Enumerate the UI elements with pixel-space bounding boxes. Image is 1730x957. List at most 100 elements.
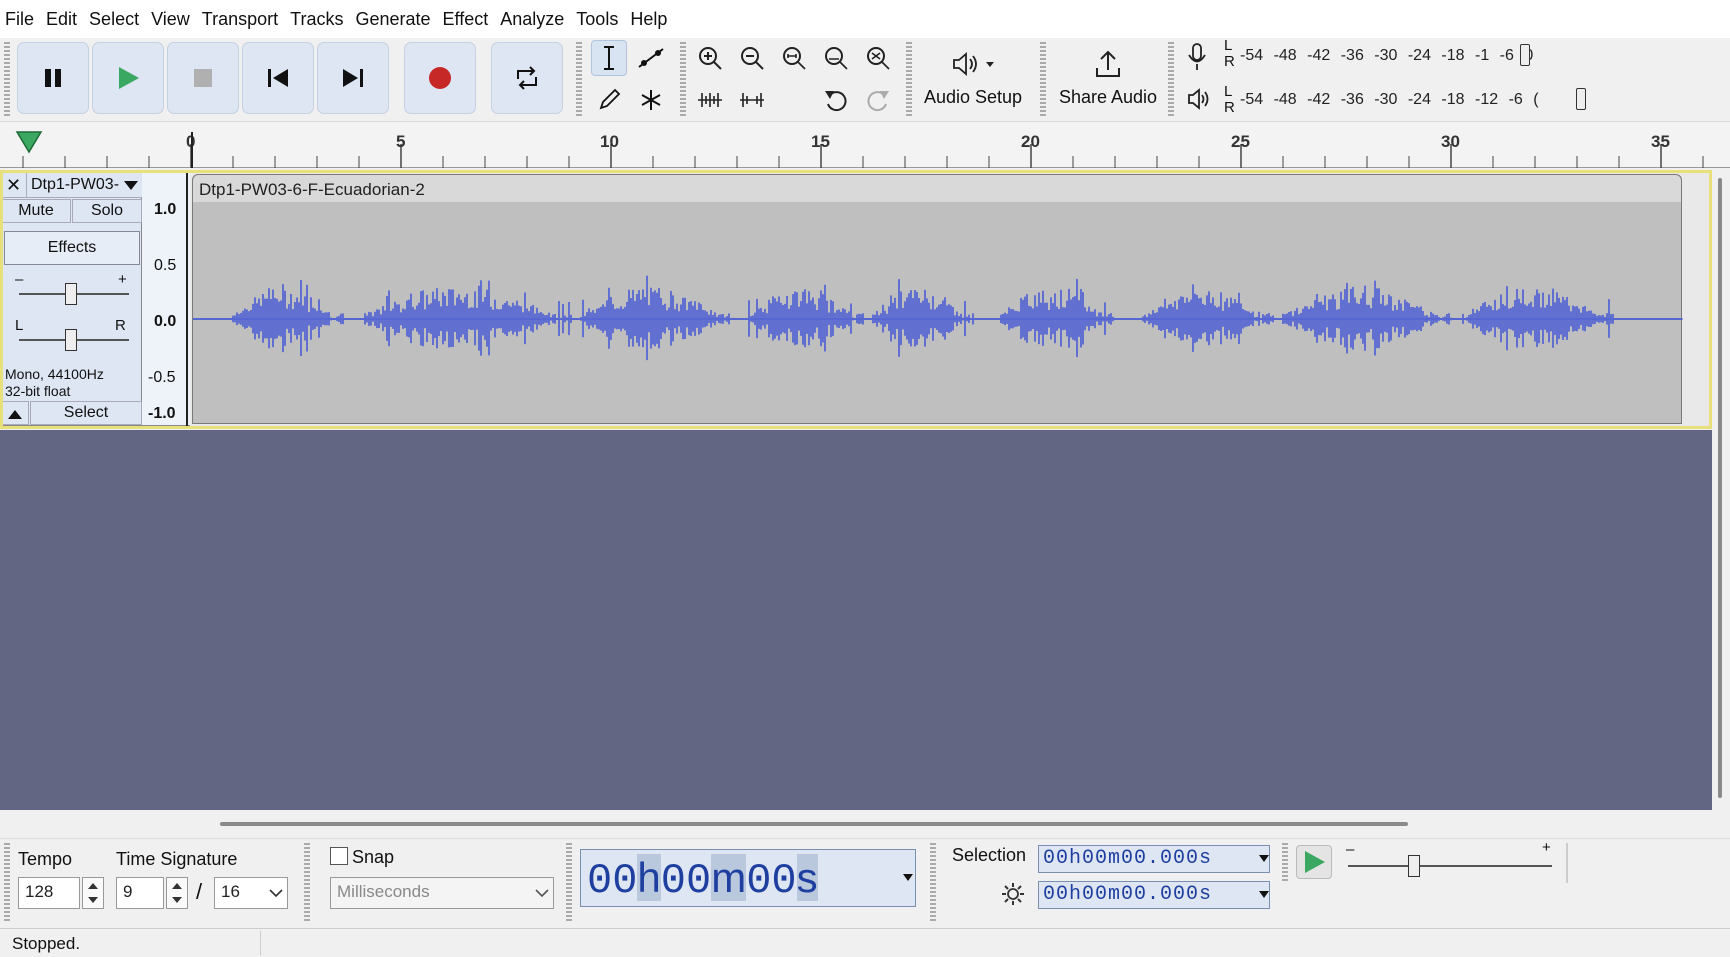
- skip-to-start-button[interactable]: [242, 42, 314, 114]
- menu-edit[interactable]: Edit: [44, 9, 87, 30]
- ts-denominator-select[interactable]: 16: [214, 877, 288, 909]
- horizontal-scrollbar[interactable]: [0, 810, 1730, 838]
- record-meter-slider[interactable]: [1520, 44, 1530, 66]
- playback-meter[interactable]: -54 -48 -42 -36 -30 -24 -18 -12 -6 (: [1240, 86, 1590, 114]
- menu-analyze[interactable]: Analyze: [498, 9, 574, 30]
- tools-toolbar-grip[interactable]: [576, 42, 582, 118]
- tempo-input[interactable]: 128: [18, 877, 80, 909]
- multi-tool[interactable]: [633, 82, 669, 118]
- vertical-scrollbar[interactable]: [1712, 168, 1730, 810]
- play-button[interactable]: [92, 42, 164, 114]
- menu-transport[interactable]: Transport: [200, 9, 288, 30]
- ts-numerator-spinner[interactable]: [166, 877, 188, 909]
- record-button[interactable]: [404, 42, 476, 114]
- fit-selection-button[interactable]: [776, 40, 812, 76]
- speed-slider-thumb[interactable]: [1408, 855, 1420, 877]
- chevron-down-icon: [1259, 891, 1269, 898]
- record-meter-button[interactable]: [1186, 42, 1216, 76]
- gain-slider-thumb[interactable]: [65, 283, 77, 305]
- loop-button[interactable]: [491, 42, 563, 114]
- track-format-bits: 32-bit float: [5, 383, 71, 399]
- menu-generate[interactable]: Generate: [353, 9, 440, 30]
- time-toolbar-grip[interactable]: [566, 843, 572, 921]
- collapse-up-icon: [8, 410, 22, 419]
- track-control-panel[interactable]: ✕ Dtp1-PW03- Mute Solo Effects – + L R M…: [0, 172, 142, 426]
- mute-button[interactable]: Mute: [1, 199, 71, 223]
- playback-meter-button[interactable]: [1186, 86, 1216, 120]
- zoom-out-button[interactable]: [734, 40, 770, 76]
- play-at-speed-button[interactable]: [1296, 845, 1332, 879]
- track-waveform-area[interactable]: Dtp1-PW03-6-F-Ecuadorian-2: [190, 172, 1710, 426]
- time-format-dropdown-icon[interactable]: [903, 874, 913, 882]
- fit-project-button[interactable]: [818, 40, 854, 76]
- collapse-track-button[interactable]: [1, 401, 29, 425]
- timeline-ruler[interactable]: 0 5 10 15 20 25 30 35: [0, 122, 1730, 168]
- zoom-fit-icon: [825, 47, 848, 70]
- tempo-spinner[interactable]: [82, 877, 104, 909]
- solo-button[interactable]: Solo: [72, 199, 142, 223]
- menu-tools[interactable]: Tools: [574, 9, 628, 30]
- menu-tracks[interactable]: Tracks: [288, 9, 353, 30]
- audio-setup-grip[interactable]: [906, 42, 912, 118]
- menu-file[interactable]: File: [3, 9, 44, 30]
- share-audio-grip[interactable]: [1040, 42, 1046, 118]
- selection-end-time[interactable]: 00h00m00.000s: [1038, 881, 1270, 909]
- envelope-tool[interactable]: [633, 40, 669, 76]
- snap-unit-select[interactable]: Milliseconds: [330, 877, 554, 909]
- status-divider: [260, 931, 261, 955]
- selection-tool[interactable]: [591, 40, 627, 76]
- selection-toolbar-grip[interactable]: [930, 843, 936, 921]
- audio-clip[interactable]: Dtp1-PW03-6-F-Ecuadorian-2: [192, 174, 1683, 424]
- speed-slider-track[interactable]: [1348, 865, 1552, 867]
- redo-button[interactable]: [860, 82, 896, 118]
- edit-toolbar-grip[interactable]: [680, 42, 686, 118]
- ts-numerator-input[interactable]: 9: [116, 877, 164, 909]
- draw-tool[interactable]: [591, 82, 627, 118]
- menu-view[interactable]: View: [149, 9, 200, 30]
- zoom-in-button[interactable]: [692, 40, 728, 76]
- menu-effect[interactable]: Effect: [441, 9, 499, 30]
- share-audio-button[interactable]: Share Audio: [1052, 42, 1164, 114]
- pan-slider-thumb[interactable]: [65, 329, 77, 351]
- silence-audio-button[interactable]: [734, 82, 770, 118]
- snap-checkbox[interactable]: [330, 847, 348, 865]
- menu-bar: File Edit Select View Transport Tracks G…: [0, 0, 1730, 38]
- playhead-marker[interactable]: [191, 132, 193, 168]
- empty-track-area[interactable]: [0, 430, 1712, 810]
- audio-setup-label: Audio Setup: [923, 87, 1023, 107]
- vertical-amplitude-scale[interactable]: 1.0 0.5 0.0 -0.5 -1.0: [142, 172, 190, 427]
- playback-meter-slider[interactable]: [1576, 88, 1586, 110]
- pause-button[interactable]: [17, 42, 89, 114]
- time-signature-grip[interactable]: [4, 843, 10, 921]
- selection-start-time[interactable]: 00h00m00.000s: [1038, 845, 1270, 873]
- time-display[interactable]: 00h00m00s: [580, 849, 916, 907]
- record-meter[interactable]: -54 -48 -42 -36 -30 -24 -18 -1 -6 0: [1240, 42, 1590, 70]
- clip-title-bar[interactable]: Dtp1-PW03-6-F-Ecuadorian-2: [193, 175, 1681, 202]
- menu-help[interactable]: Help: [628, 9, 677, 30]
- meter-toolbar-grip[interactable]: [1168, 42, 1174, 118]
- audio-setup-button[interactable]: Audio Setup: [918, 42, 1028, 114]
- track-name[interactable]: Dtp1-PW03-: [31, 176, 119, 194]
- gear-icon[interactable]: [1000, 881, 1026, 907]
- waveform-path: [193, 275, 1682, 361]
- spinner-arrows-icon: [88, 883, 98, 903]
- menu-select[interactable]: Select: [87, 9, 149, 30]
- transport-toolbar-grip[interactable]: [4, 42, 10, 118]
- waveform[interactable]: [193, 202, 1683, 424]
- record-r-label: R: [1224, 53, 1235, 70]
- stop-button[interactable]: [167, 42, 239, 114]
- select-track-button[interactable]: Select: [30, 401, 142, 425]
- play-at-speed-grip[interactable]: [1282, 843, 1288, 883]
- vertical-scrollbar-thumb[interactable]: [1718, 178, 1722, 798]
- snap-grip[interactable]: [304, 843, 310, 921]
- skip-to-start-icon: [268, 69, 288, 87]
- pan-right-label: R: [115, 317, 126, 334]
- track-menu-dropdown-icon[interactable]: [123, 180, 139, 192]
- skip-to-end-button[interactable]: [317, 42, 389, 114]
- effects-button[interactable]: Effects: [4, 231, 140, 265]
- close-track-button[interactable]: ✕: [1, 173, 27, 198]
- horizontal-scrollbar-thumb[interactable]: [220, 822, 1408, 826]
- trim-audio-button[interactable]: [692, 82, 728, 118]
- zoom-toggle-button[interactable]: [860, 40, 896, 76]
- undo-button[interactable]: [818, 82, 854, 118]
